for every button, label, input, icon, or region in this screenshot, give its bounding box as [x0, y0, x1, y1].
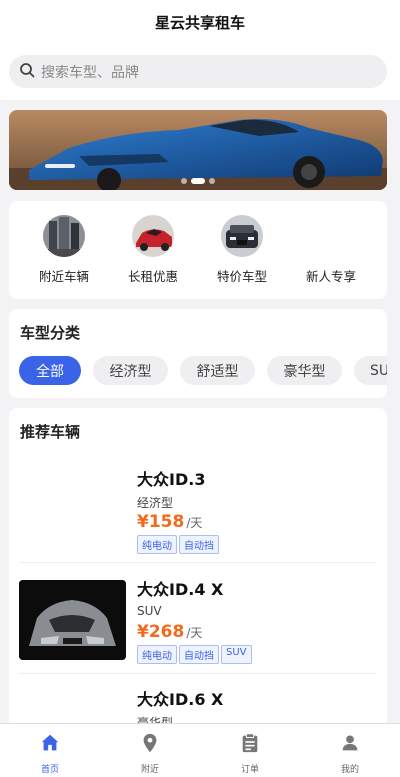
- tab-label: 首页: [40, 765, 59, 775]
- quick-entry-panel: 附近车辆 长租优惠 特价车型 新人专享: [9, 201, 387, 299]
- tab-orders[interactable]: 订单: [200, 724, 300, 777]
- car-name: 大众ID.3: [137, 470, 206, 489]
- special-offer-thumbnail: [221, 215, 263, 257]
- price-value: ¥158: [137, 512, 185, 532]
- car-tag: 自动挡: [179, 645, 219, 664]
- quick-entry-label: 附近车辆: [38, 269, 89, 284]
- car-card[interactable]: 大众ID.3 经济型 ¥158/天 纯电动 自动挡: [9, 460, 387, 570]
- quick-entry-nearby[interactable]: 附近车辆: [24, 215, 104, 285]
- category-title: 车型分类: [20, 324, 81, 342]
- search-bar[interactable]: 搜索车型、品牌: [9, 55, 387, 88]
- recommend-panel: 推荐车辆 大众ID.3 经济型 ¥158/天 纯电动 自动挡 大众ID.4 X …: [9, 408, 387, 738]
- tab-label: 附近: [140, 765, 159, 775]
- car-tag: 纯电动: [137, 535, 177, 554]
- quick-entry-long-term[interactable]: 长租优惠: [113, 215, 193, 285]
- quick-entry-label: 长租优惠: [127, 269, 178, 284]
- banner-indicator: [181, 178, 215, 184]
- price-value: ¥268: [137, 622, 185, 642]
- car-type: 经济型: [137, 496, 174, 510]
- category-chip-comfort[interactable]: 舒适型: [180, 356, 255, 385]
- car-image: [19, 470, 126, 550]
- car-image: [19, 580, 126, 660]
- car-name: 大众ID.6 X: [137, 690, 224, 709]
- quick-entry-newcomer[interactable]: 新人专享: [291, 215, 371, 285]
- car-tag: 纯电动: [137, 645, 177, 664]
- category-chip-all[interactable]: 全部: [19, 356, 81, 385]
- car-price: ¥158/天: [137, 512, 202, 532]
- top-bar: 星云共享租车 搜索车型、品牌: [0, 0, 400, 100]
- price-unit: /天: [186, 516, 203, 530]
- quick-entry-label: 特价车型: [216, 269, 267, 284]
- newcomer-thumbnail: [310, 215, 352, 257]
- car-card[interactable]: 大众ID.4 X SUV ¥268/天 纯电动 自动挡 SUV: [9, 570, 387, 680]
- category-chip-suv[interactable]: SUV: [354, 356, 387, 385]
- quick-entry-special-offer[interactable]: 特价车型: [202, 215, 282, 285]
- car-tag: 自动挡: [179, 535, 219, 554]
- bottom-tab-bar: 首页 附近 订单 我的: [0, 723, 400, 777]
- category-chip-luxury[interactable]: 豪华型: [267, 356, 342, 385]
- search-input[interactable]: 搜索车型、品牌: [41, 62, 139, 82]
- home-icon: [39, 732, 61, 758]
- promo-banner[interactable]: [9, 110, 387, 190]
- tab-profile[interactable]: 我的: [300, 724, 400, 777]
- divider: [19, 673, 377, 674]
- category-panel: 车型分类 全部 经济型 舒适型 豪华型 SUV: [9, 309, 387, 398]
- banner-dot-active: [191, 178, 205, 184]
- tab-nearby[interactable]: 附近: [100, 724, 200, 777]
- user-icon: [339, 732, 361, 758]
- long-term-thumbnail: [132, 215, 174, 257]
- tab-label: 订单: [240, 765, 259, 775]
- clipboard-icon: [239, 732, 261, 758]
- location-icon: [139, 732, 161, 758]
- car-tag: SUV: [221, 645, 252, 664]
- tab-label: 我的: [340, 765, 359, 775]
- quick-entry-label: 新人专享: [305, 269, 356, 284]
- tab-home[interactable]: 首页: [0, 724, 100, 777]
- car-tags: 纯电动 自动挡: [137, 535, 219, 554]
- car-tags: 纯电动 自动挡 SUV: [137, 645, 252, 664]
- banner-dot: [209, 178, 215, 184]
- car-name: 大众ID.4 X: [137, 580, 224, 599]
- search-icon: [19, 62, 35, 82]
- car-type: SUV: [137, 604, 162, 618]
- category-chip-economy[interactable]: 经济型: [93, 356, 168, 385]
- car-price: ¥268/天: [137, 622, 202, 642]
- banner-dot: [181, 178, 187, 184]
- nearby-cars-thumbnail: [43, 215, 85, 257]
- recommend-title: 推荐车辆: [20, 423, 81, 441]
- page-title: 星云共享租车: [154, 14, 245, 32]
- price-unit: /天: [186, 626, 203, 640]
- divider: [19, 562, 377, 563]
